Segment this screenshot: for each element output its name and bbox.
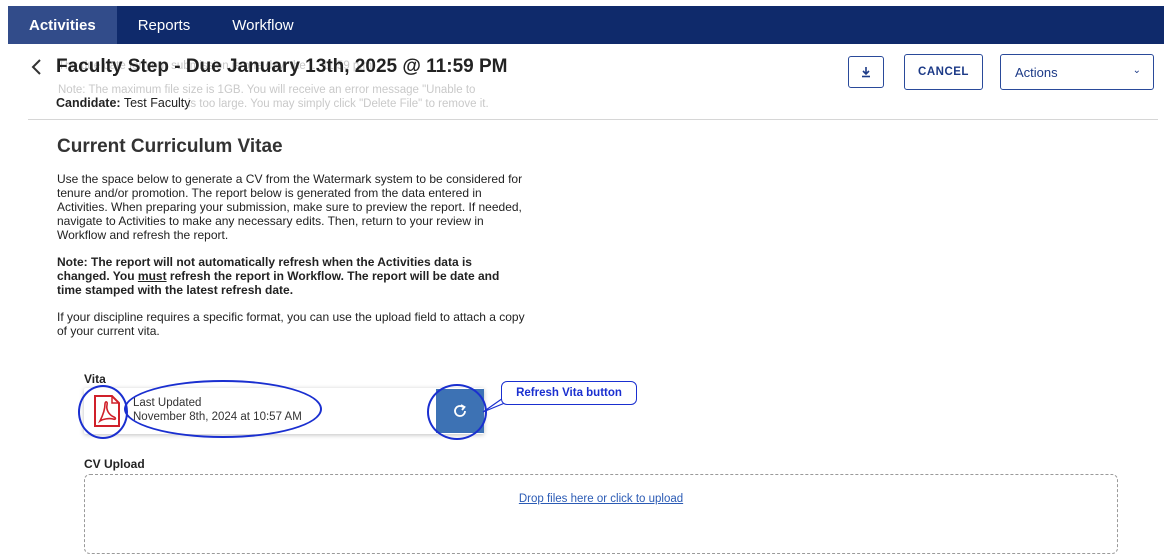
header-divider xyxy=(28,119,1158,120)
ghost-text-line2: Note: The maximum file size is 1GB. You … xyxy=(58,84,476,96)
tab-reports[interactable]: Reports xyxy=(117,6,212,44)
vita-label: Vita xyxy=(84,372,106,386)
cv-upload-label: CV Upload xyxy=(84,457,145,471)
note-paragraph: Note: The report will not automatically … xyxy=(57,255,527,297)
tab-activities[interactable]: Activities xyxy=(8,6,117,44)
intro-paragraph: Use the space below to generate a CV fro… xyxy=(57,172,523,242)
note-emphasis: must xyxy=(137,269,167,283)
candidate-info: Candidate: Test Faculty xyxy=(56,96,191,110)
ghost-text-line3: ... is too large. You may simply click "… xyxy=(175,98,489,110)
page-title: Faculty Step - Due January 13th, 2025 @ … xyxy=(56,56,508,77)
actions-label: Actions xyxy=(1015,64,1058,80)
actions-dropdown[interactable]: Actions ⌄ xyxy=(1000,54,1154,90)
tab-label: Workflow xyxy=(232,16,294,34)
candidate-value: Test Faculty xyxy=(123,96,191,110)
page-header: The due date for your submission is one … xyxy=(0,44,1164,120)
chevron-down-icon: ⌄ xyxy=(1132,65,1141,76)
top-nav: Activities Reports Workflow xyxy=(8,6,1164,44)
tab-label: Reports xyxy=(137,16,191,34)
section-heading: Current Curriculum Vitae xyxy=(57,136,283,157)
tab-workflow[interactable]: Workflow xyxy=(211,6,314,44)
annotation-callout: Refresh Vita button xyxy=(501,381,637,405)
dropzone-text[interactable]: Drop files here or click to upload xyxy=(85,493,1117,505)
annotation-oval-pdf xyxy=(78,385,128,439)
candidate-label: Candidate: xyxy=(56,96,121,110)
file-dropzone[interactable]: Drop files here or click to upload xyxy=(84,474,1118,554)
back-chevron-icon[interactable] xyxy=(30,58,44,78)
tab-label: Activities xyxy=(29,16,96,34)
download-button[interactable] xyxy=(848,56,884,88)
upload-instructions: If your discipline requires a specific f… xyxy=(57,310,525,338)
download-icon xyxy=(862,67,870,78)
cancel-button[interactable]: CANCEL xyxy=(904,54,983,90)
annotation-oval-date xyxy=(124,380,322,438)
